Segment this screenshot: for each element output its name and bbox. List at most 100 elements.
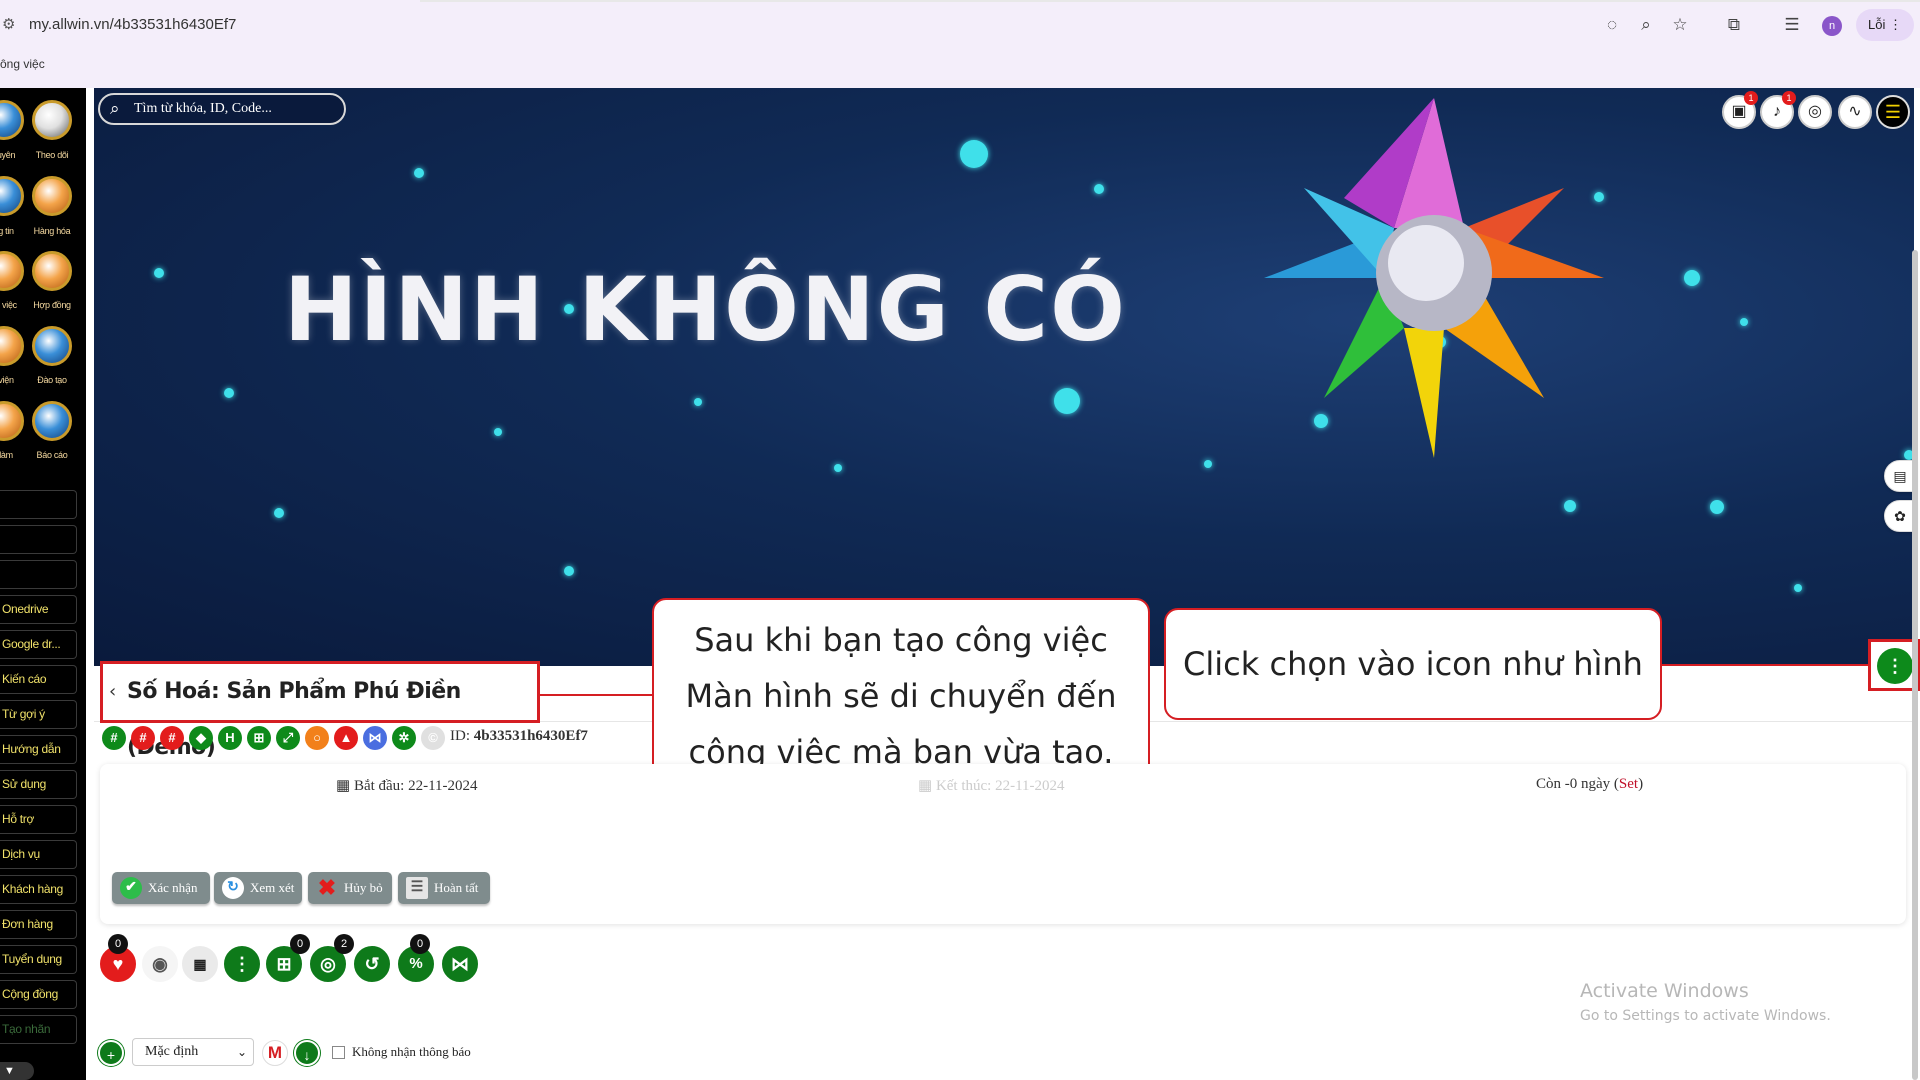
share-icon[interactable]: ⋈	[363, 726, 387, 750]
hashtag-icon[interactable]: #	[160, 726, 184, 750]
sidebar-item-tuyen-dung[interactable]: Tuyển dụng	[0, 945, 77, 974]
complete-button[interactable]: ☰ Hoàn tất	[398, 872, 490, 904]
resource-icon[interactable]	[0, 100, 24, 140]
hamburger-menu-icon[interactable]: ☰	[1876, 95, 1910, 129]
job-icon[interactable]	[0, 401, 24, 441]
sidebar-menu-item[interactable]	[0, 525, 77, 554]
eye-off-icon[interactable]: ◌	[1600, 13, 1624, 37]
gmail-icon[interactable]: M	[262, 1040, 288, 1066]
qr-code-icon[interactable]: ▦	[180, 944, 220, 984]
sidebar-item-khach-hang[interactable]: Khách hàng	[0, 875, 77, 904]
task-title[interactable]: ‹ Số Hoá: Sản Phẩm Phú Điền (Demo)	[100, 661, 540, 760]
hashtag-icon[interactable]: #	[102, 726, 126, 750]
sidebar-item-tu-goi-y[interactable]: Từ gợi ý	[0, 700, 77, 729]
sidebar-item-dich-vu[interactable]: Dịch vụ	[0, 840, 77, 869]
user-avatar[interactable]: ◎	[1798, 95, 1832, 129]
sidebar-item-tao-nhan[interactable]: Tạo nhãn	[0, 1015, 77, 1044]
task-id-value[interactable]: 4b33531h6430Ef7	[474, 728, 588, 744]
settings-icon[interactable]: ✲	[392, 726, 416, 750]
sidebar-item-huong-dan[interactable]: Hướng dẫn	[0, 735, 77, 764]
zoom-icon[interactable]: ⌕	[1634, 13, 1658, 37]
no-notify-checkbox[interactable]	[332, 1046, 345, 1059]
end-date: ▦ Kết thúc: 22-11-2024	[918, 776, 1065, 795]
star-dot	[494, 428, 502, 436]
follow-icon[interactable]	[32, 100, 72, 140]
training-icon[interactable]	[32, 326, 72, 366]
confirm-button[interactable]: ✔ Xác nhận	[112, 872, 210, 904]
tag-icon[interactable]: ◆	[189, 726, 213, 750]
view-select-value: Mặc định	[145, 1044, 199, 1059]
views-button[interactable]: ◎ 2	[308, 934, 354, 984]
contract-icon[interactable]	[32, 251, 72, 291]
extensions-icon[interactable]: ⧉	[1722, 13, 1746, 37]
like-count: 0	[108, 934, 128, 954]
profile-avatar[interactable]: n	[1822, 16, 1842, 36]
hero-banner: HÌNH KHÔNG CÓ	[94, 88, 1914, 666]
sidebar-item-kien-cao[interactable]: Kiến cáo	[0, 665, 77, 694]
star-dot	[1740, 318, 1748, 326]
sidebar-collapse-toggle[interactable]: ▼	[0, 1062, 34, 1080]
review-button[interactable]: ↻ Xem xét	[214, 872, 302, 904]
windows-watermark: Activate Windows Go to Settings to activ…	[1580, 980, 1831, 1024]
info-icon[interactable]	[0, 176, 24, 216]
link-icon[interactable]: H	[218, 726, 242, 750]
page-scrollbar[interactable]	[1912, 250, 1918, 1080]
search-input[interactable]: ⌕ Tìm từ khóa, ID, Code...	[98, 93, 346, 125]
star-dot	[1794, 584, 1802, 592]
star-dot	[1684, 270, 1700, 286]
grid-icon[interactable]: ⊞	[247, 726, 271, 750]
cart-icon[interactable]: ▣ 1	[1722, 91, 1758, 129]
sidebar-menu-item[interactable]	[0, 490, 77, 519]
library-icon[interactable]	[0, 326, 24, 366]
sidebar: uyên Theo dõi g tin Hàng hóa g việc Hợp …	[0, 88, 86, 1080]
site-settings-icon[interactable]: ⚙	[2, 9, 15, 41]
sidebar-item-onedrive[interactable]: Onedrive	[0, 595, 77, 624]
share-button[interactable]: ⋈	[440, 944, 480, 984]
callout-line: Sau khi bạn tạo công việc	[694, 621, 1108, 659]
download-icon[interactable]: ↓	[294, 1040, 320, 1066]
sidebar-item-su-dung[interactable]: Sử dụng	[0, 770, 77, 799]
lock-icon[interactable]: ▲	[334, 726, 358, 750]
copy-icon[interactable]: ©	[421, 726, 445, 750]
refresh-icon: ↻	[222, 877, 244, 899]
sidebar-item-cong-dong[interactable]: Cộng đồng	[0, 980, 77, 1009]
add-folder-icon[interactable]: +	[98, 1040, 124, 1066]
sidebar-item-don-hang[interactable]: Đơn hàng	[0, 910, 77, 939]
bookmark-star-icon[interactable]: ☆	[1668, 13, 1692, 37]
url-text[interactable]: my.allwin.vn/4b33531h6430Ef7	[29, 9, 236, 41]
report-icon[interactable]	[32, 401, 72, 441]
bell-icon[interactable]: ♪ 1	[1760, 91, 1796, 129]
star-dot	[1204, 460, 1212, 468]
more-vertical-icon[interactable]: ⋮	[222, 944, 262, 984]
cart-badge: 1	[1744, 91, 1758, 105]
address-bar[interactable]: ⚙ my.allwin.vn/4b33531h6430Ef7	[0, 9, 1700, 41]
more-options-icon[interactable]: ⋮	[1877, 648, 1913, 684]
set-deadline-link[interactable]: Set	[1619, 776, 1638, 792]
work-icon[interactable]	[0, 251, 24, 291]
user-avatar-circle[interactable]: ◉	[140, 944, 180, 984]
timer-icon[interactable]: ○	[305, 726, 329, 750]
sidebar-menu-item[interactable]	[0, 560, 77, 589]
sidebar-item-ho-tro[interactable]: Hỗ trợ	[0, 805, 77, 834]
sidebar-tile-label: Hàng hóa	[33, 226, 71, 236]
history-icon[interactable]: ↺	[352, 944, 392, 984]
expand-icon[interactable]: ⤢	[276, 726, 300, 750]
like-button[interactable]: ♥ 0	[98, 934, 138, 984]
goods-icon[interactable]	[32, 176, 72, 216]
back-chevron-icon[interactable]: ‹	[109, 664, 116, 720]
bookmark-item[interactable]: ông việc	[0, 57, 45, 71]
cancel-button[interactable]: ✖ Hủy bỏ	[308, 872, 392, 904]
allwin-logo-icon[interactable]: ∿	[1838, 95, 1872, 129]
sidebar-item-google-drive[interactable]: Google dr...	[0, 630, 77, 659]
sidebar-tile-label: Đào tạo	[37, 375, 67, 385]
percent-button[interactable]: % 0	[396, 934, 436, 984]
add-subtask-button[interactable]: ⊞ 0	[264, 934, 310, 984]
hashtag-icon[interactable]: #	[131, 726, 155, 750]
star-dot	[154, 268, 164, 278]
error-button[interactable]: Lỗi ⋮	[1856, 9, 1914, 41]
callout-line: Màn hình sẽ di chuyển đến	[685, 677, 1117, 715]
error-label: Lỗi	[1868, 17, 1886, 32]
banner-text: HÌNH KHÔNG CÓ	[284, 258, 1127, 361]
media-icon[interactable]: ☰	[1780, 13, 1804, 37]
view-select[interactable]: Mặc định ⌄	[132, 1038, 254, 1066]
